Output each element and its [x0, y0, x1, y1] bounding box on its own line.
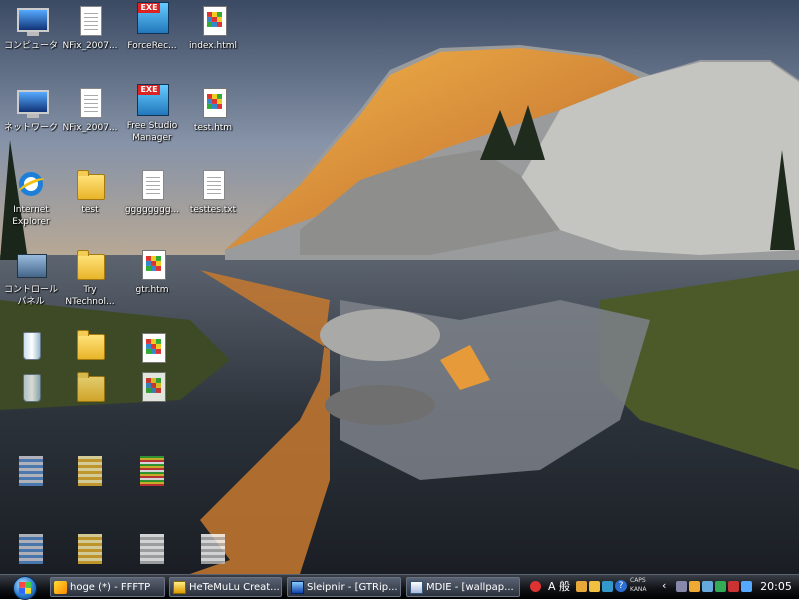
text-file-icon: [142, 170, 164, 200]
html-file-icon: [203, 88, 227, 118]
desktop-icon-label: NFix_2007...: [62, 41, 118, 51]
reflected-folder-icon: [59, 372, 121, 404]
desktop-icon-test-htm[interactable]: test.htm: [182, 88, 244, 134]
desktop-icon-nfix-2[interactable]: NFix_2007...: [59, 88, 121, 134]
desktop-icon-nfix-1[interactable]: NFix_2007...: [59, 6, 121, 52]
desktop-icon-label: index.html: [189, 41, 237, 51]
document-icon: [80, 88, 102, 118]
chevron-left-icon[interactable]: ‹: [662, 580, 666, 592]
desktop-icon-label: Try NTechnol...: [65, 285, 115, 307]
reflected-folder-icon: [59, 456, 121, 488]
taskbar-item-sleipnir[interactable]: Sleipnir - [GTRip...: [287, 577, 401, 597]
caps-lock-indicator: CAPS: [630, 577, 646, 584]
security-shield-icon[interactable]: [715, 581, 726, 592]
desktop-icon-network[interactable]: ネットワーク: [0, 88, 62, 134]
taskbar-item-label: hoge (*) - FFFTP: [70, 582, 151, 593]
executable-icon: EXE: [137, 2, 169, 34]
start-button[interactable]: [4, 576, 42, 600]
clock[interactable]: 20:05: [756, 575, 796, 599]
mdie-window-icon: [410, 581, 423, 594]
desktop[interactable]: コンピュータ NFix_2007... EXE ForceRec... inde…: [0, 0, 799, 574]
taskbar-item-mdie[interactable]: MDIE - [wallpap...: [406, 577, 520, 597]
desktop-icon-label: NFix_2007...: [62, 123, 118, 133]
text-file-icon: [203, 170, 225, 200]
desktop-icon-label: ForceRec...: [127, 41, 177, 51]
ime-pad-icon[interactable]: [602, 581, 613, 592]
document-icon: [80, 6, 102, 36]
desktop-icon-gtr-htm[interactable]: gtr.htm: [121, 250, 183, 296]
app-tray-icon[interactable]: [689, 581, 700, 592]
taskbar-item-hetemulu[interactable]: HeTeMuLu Creat...: [169, 577, 282, 597]
desktop-icon-label: testtes.txt: [189, 205, 237, 215]
folder-icon: [77, 170, 105, 200]
reflected-document-icon: [121, 534, 183, 566]
desktop-icon-testtes-txt[interactable]: testtes.txt: [182, 170, 244, 216]
desktop-icon-label: test: [81, 205, 99, 215]
control-panel-icon: [17, 254, 47, 278]
computer-icon: [17, 8, 49, 36]
desktop-icon-label: gggggggg...: [124, 205, 180, 215]
desktop-icon-gggg[interactable]: gggggggg...: [121, 170, 183, 216]
ime-tool-icon[interactable]: [589, 581, 600, 592]
reflected-recycle-bin-icon: [0, 330, 62, 362]
desktop-icon-control-panel[interactable]: コントロール パネル: [0, 250, 62, 308]
taskbar-item-ffftp[interactable]: hoge (*) - FFFTP: [50, 577, 165, 597]
system-tray: A 般 ? CAPS KANA ‹: [526, 576, 754, 598]
taskbar-item-label: MDIE - [wallpap...: [426, 582, 514, 593]
html-file-icon: [203, 6, 227, 36]
monitor-tray-icon[interactable]: [728, 581, 739, 592]
reflected-panel-icon: [0, 456, 62, 488]
desktop-icon-internet-explorer[interactable]: Internet Explorer: [0, 170, 62, 228]
windows-logo-icon: [13, 576, 37, 600]
taskbar: hoge (*) - FFFTP HeTeMuLu Creat... Sleip…: [0, 574, 799, 600]
reflected-html-icon: [121, 372, 183, 404]
ime-dictionary-icon[interactable]: [576, 581, 587, 592]
sleipnir-browser-icon: [291, 581, 304, 594]
internet-explorer-icon: [19, 172, 43, 196]
reflected-html-icon: [121, 333, 183, 365]
taskbar-item-label: Sleipnir - [GTRip...: [307, 582, 398, 593]
ffftp-icon: [54, 581, 67, 594]
desktop-icon-label: Free Studio Manager: [126, 121, 178, 143]
desktop-icon-label: gtr.htm: [135, 285, 169, 295]
desktop-icon-label: コントロール パネル: [3, 285, 58, 307]
kana-lock-indicator: KANA: [630, 586, 647, 593]
reflected-folder-icon: [59, 330, 121, 362]
reflected-document-icon: [182, 534, 244, 566]
network-status-icon[interactable]: [676, 581, 687, 592]
desktop-icon-test-folder[interactable]: test: [59, 170, 121, 216]
desktop-icon-computer[interactable]: コンピュータ: [0, 6, 62, 52]
ime-help-icon[interactable]: ?: [615, 580, 627, 592]
desktop-icon-label: Internet Explorer: [12, 205, 50, 227]
reflected-ie-icon: [0, 534, 62, 566]
ime-input-mode[interactable]: A: [548, 581, 556, 593]
desktop-icon-index-html[interactable]: index.html: [182, 6, 244, 52]
desktop-icon-try-ntechnol[interactable]: Try NTechnol...: [59, 250, 121, 308]
network-icon: [17, 90, 49, 118]
taskbar-item-label: HeTeMuLu Creat...: [189, 582, 280, 593]
desktop-icon-label: test.htm: [193, 123, 233, 133]
executable-icon: EXE: [137, 84, 169, 116]
folder-window-icon: [173, 581, 186, 594]
ime-conversion-mode[interactable]: 般: [559, 581, 570, 593]
desktop-icon-label: ネットワーク: [3, 123, 58, 133]
desktop-icon-forcerec[interactable]: EXE ForceRec...: [121, 2, 183, 52]
folder-icon: [77, 250, 105, 280]
reflected-folder-icon: [59, 534, 121, 566]
desktop-icon-label: コンピュータ: [3, 41, 58, 51]
reflected-html-icon: [121, 456, 183, 488]
reflected-recycle-bin-icon: [0, 372, 62, 404]
volume-icon[interactable]: [702, 581, 713, 592]
html-file-icon: [142, 250, 166, 280]
ime-status-icon[interactable]: [530, 581, 541, 592]
desktop-icon-free-studio-manager[interactable]: EXE Free Studio Manager: [121, 84, 183, 144]
arrow-tray-icon[interactable]: [741, 581, 752, 592]
